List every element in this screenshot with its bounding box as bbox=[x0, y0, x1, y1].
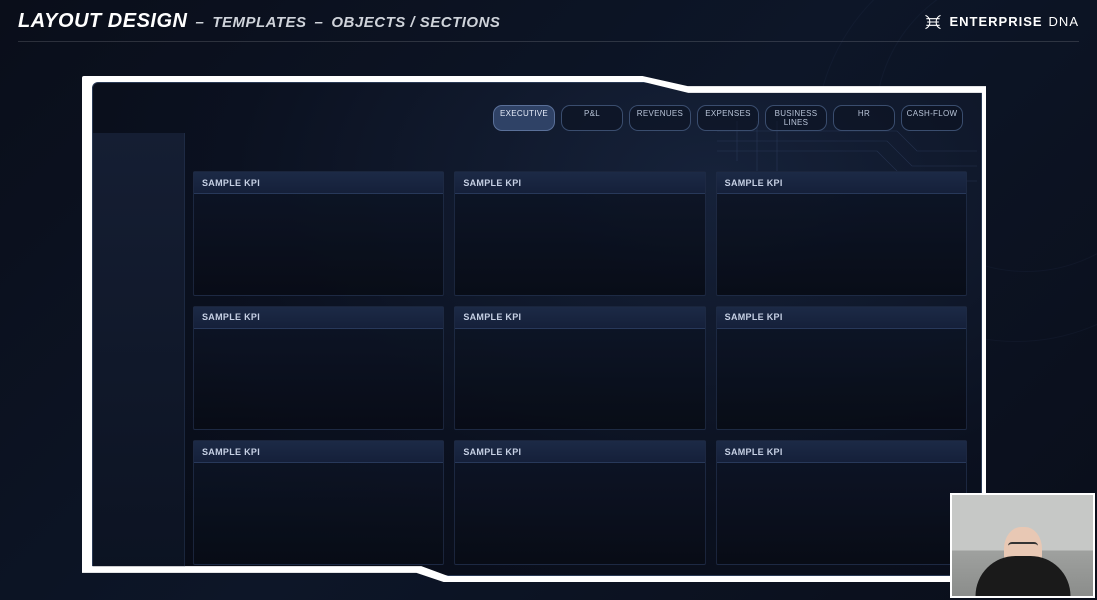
webcam-feed bbox=[952, 495, 1093, 596]
dashboard-panel: EXECUTIVE P&L REVENUES EXPENSES BUSINESS… bbox=[92, 82, 982, 576]
tab-business-lines[interactable]: BUSINESS LINES bbox=[765, 105, 827, 131]
kpi-card-header: SAMPLE KPI bbox=[717, 441, 966, 463]
kpi-card-header: SAMPLE KPI bbox=[717, 172, 966, 194]
glasses-icon bbox=[1008, 542, 1038, 550]
slide-title: LAYOUT DESIGN – TEMPLATES – OBJECTS / SE… bbox=[18, 10, 500, 33]
presenter-body bbox=[975, 556, 1070, 596]
brand-logo: ENTERPRISE DNA bbox=[923, 13, 1079, 31]
tab-pnl[interactable]: P&L bbox=[561, 105, 623, 131]
kpi-card-title: SAMPLE KPI bbox=[463, 447, 521, 457]
kpi-card[interactable]: SAMPLE KPI bbox=[454, 306, 705, 431]
sidebar bbox=[93, 133, 185, 575]
slide-header: LAYOUT DESIGN – TEMPLATES – OBJECTS / SE… bbox=[0, 0, 1097, 39]
kpi-card[interactable]: SAMPLE KPI bbox=[193, 440, 444, 565]
kpi-card-header: SAMPLE KPI bbox=[194, 441, 443, 463]
tab-cash-flow[interactable]: CASH-FLOW bbox=[901, 105, 963, 131]
title-sep2: – bbox=[315, 14, 324, 31]
kpi-card-title: SAMPLE KPI bbox=[463, 178, 521, 188]
title-sub2: OBJECTS / SECTIONS bbox=[331, 14, 500, 31]
header-divider bbox=[18, 41, 1079, 42]
webcam-overlay bbox=[950, 493, 1095, 598]
brand-name-thin: DNA bbox=[1049, 14, 1079, 29]
kpi-card-title: SAMPLE KPI bbox=[202, 178, 260, 188]
kpi-card-header: SAMPLE KPI bbox=[455, 307, 704, 329]
tab-executive[interactable]: EXECUTIVE bbox=[493, 105, 555, 131]
kpi-card[interactable]: SAMPLE KPI bbox=[454, 171, 705, 296]
dna-icon bbox=[923, 13, 943, 31]
kpi-card[interactable]: SAMPLE KPI bbox=[716, 306, 967, 431]
title-main: LAYOUT DESIGN bbox=[18, 10, 187, 33]
title-sep1: – bbox=[195, 14, 204, 31]
brand-name-bold: ENTERPRISE bbox=[949, 14, 1042, 29]
kpi-card-title: SAMPLE KPI bbox=[725, 447, 783, 457]
kpi-card-title: SAMPLE KPI bbox=[202, 447, 260, 457]
kpi-card-title: SAMPLE KPI bbox=[463, 312, 521, 322]
kpi-card-header: SAMPLE KPI bbox=[194, 307, 443, 329]
dashboard-frame: EXECUTIVE P&L REVENUES EXPENSES BUSINESS… bbox=[82, 76, 986, 582]
kpi-card-header: SAMPLE KPI bbox=[194, 172, 443, 194]
title-sub1: TEMPLATES bbox=[212, 14, 306, 31]
tab-revenues[interactable]: REVENUES bbox=[629, 105, 691, 131]
kpi-card-title: SAMPLE KPI bbox=[202, 312, 260, 322]
kpi-card[interactable]: SAMPLE KPI bbox=[193, 171, 444, 296]
tab-expenses[interactable]: EXPENSES bbox=[697, 105, 759, 131]
kpi-grid: SAMPLE KPI SAMPLE KPI SAMPLE KPI SAMPLE … bbox=[193, 171, 967, 565]
dashboard-outer-shell: EXECUTIVE P&L REVENUES EXPENSES BUSINESS… bbox=[82, 76, 986, 582]
kpi-card-title: SAMPLE KPI bbox=[725, 312, 783, 322]
tab-hr[interactable]: HR bbox=[833, 105, 895, 131]
kpi-card-header: SAMPLE KPI bbox=[717, 307, 966, 329]
tab-bar: EXECUTIVE P&L REVENUES EXPENSES BUSINESS… bbox=[493, 105, 963, 131]
kpi-card[interactable]: SAMPLE KPI bbox=[454, 440, 705, 565]
kpi-card-title: SAMPLE KPI bbox=[725, 178, 783, 188]
kpi-card-header: SAMPLE KPI bbox=[455, 441, 704, 463]
kpi-card[interactable]: SAMPLE KPI bbox=[716, 171, 967, 296]
kpi-card[interactable]: SAMPLE KPI bbox=[193, 306, 444, 431]
kpi-card[interactable]: SAMPLE KPI bbox=[716, 440, 967, 565]
kpi-card-header: SAMPLE KPI bbox=[455, 172, 704, 194]
